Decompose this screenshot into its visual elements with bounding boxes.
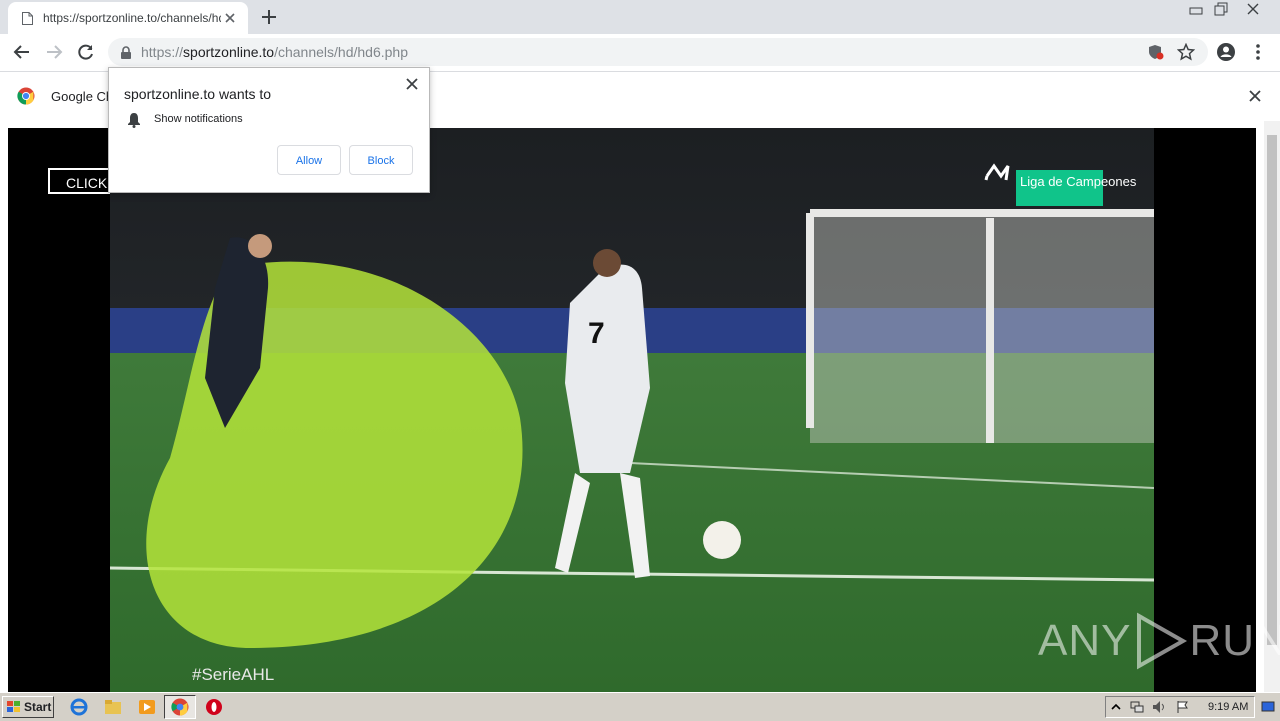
play-triangle-icon [1137, 612, 1188, 670]
notifications-blocked-button[interactable] [1146, 42, 1166, 62]
address-bar[interactable]: https://sportzonline.to/channels/hd/hd6.… [108, 38, 1208, 66]
back-arrow-icon [13, 45, 29, 59]
network-icon[interactable] [1130, 700, 1144, 714]
profile-button[interactable] [1216, 42, 1236, 62]
tab-title: https://sportzonline.to/channels/hd/ [43, 11, 221, 25]
browser-tab[interactable]: https://sportzonline.to/channels/hd/ [8, 2, 248, 34]
opera-icon[interactable] [205, 698, 223, 716]
tray-expand-icon[interactable] [1111, 702, 1121, 712]
ball [703, 521, 741, 559]
volume-icon[interactable] [1152, 700, 1166, 714]
url-text[interactable]: https://sportzonline.to/channels/hd/hd6.… [141, 44, 408, 60]
reload-icon [78, 44, 93, 60]
watermark-left: ANY [1038, 616, 1132, 665]
chrome-logo-icon [17, 87, 35, 105]
start-button[interactable]: Start [2, 696, 54, 718]
tab-close-icon[interactable] [222, 10, 238, 26]
url-scheme: https:// [141, 44, 184, 60]
popup-close-icon[interactable] [405, 77, 419, 91]
minimize-icon [1189, 7, 1203, 15]
clock: 9:19 AM [1208, 701, 1249, 713]
restore-button[interactable] [1208, 0, 1234, 18]
start-label: Start [24, 700, 52, 714]
account-icon [1217, 43, 1235, 61]
reload-button[interactable] [76, 42, 96, 62]
action-center-flag-icon[interactable] [1176, 700, 1190, 714]
close-window-button[interactable] [1240, 0, 1266, 18]
forward-arrow-icon [47, 45, 63, 59]
back-button[interactable] [12, 42, 32, 62]
restore-icon [1214, 2, 1228, 16]
folder-icon[interactable] [104, 698, 122, 716]
watermark-right: RUN [1189, 616, 1280, 665]
goal-net [806, 209, 1154, 443]
permission-label: Show notifications [154, 113, 243, 125]
kebab-menu-icon [1256, 44, 1260, 60]
page-icon [22, 11, 33, 25]
minimize-button[interactable] [1183, 0, 1209, 18]
infobar-text: Google Ch [51, 89, 114, 104]
video-player[interactable]: CLICK 7 Liga de Campeones #SerieAHL [8, 128, 1256, 692]
video-frame[interactable]: 7 Liga de Campeones #SerieAHL [110, 128, 1154, 692]
hashtag-overlay: #SerieAHL [192, 665, 274, 684]
anyrun-watermark: ANY RUN [1038, 612, 1280, 670]
windows-logo-icon [7, 701, 20, 712]
block-button[interactable]: Block [349, 145, 413, 175]
url-path: /channels/hd/hd6.php [274, 44, 408, 60]
menu-button[interactable] [1248, 42, 1268, 62]
internet-explorer-icon[interactable] [70, 698, 88, 716]
player-head [248, 234, 272, 258]
bookmark-star-button[interactable] [1176, 42, 1196, 62]
popup-title: sportzonline.to wants to [124, 86, 272, 102]
bell-icon [128, 113, 140, 128]
tab-strip: https://sportzonline.to/channels/hd/ [0, 0, 1280, 34]
broadcaster-label: Liga de Campeones [1020, 174, 1137, 189]
vertical-scrollbar[interactable] [1264, 121, 1280, 692]
forward-button[interactable] [44, 42, 64, 62]
chrome-taskbar-icon [171, 698, 189, 716]
taskbar: Start 9:19 AM [0, 692, 1280, 721]
scrollbar-thumb[interactable] [1267, 135, 1277, 645]
shield-blocked-icon [1149, 45, 1164, 60]
taskbar-chrome-button[interactable] [164, 695, 196, 719]
allow-button[interactable]: Allow [277, 145, 341, 175]
jersey-number: 7 [588, 317, 605, 350]
lock-icon[interactable] [120, 46, 132, 59]
page-content: CLICK 7 Liga de Campeones #SerieAHL [0, 121, 1264, 692]
url-host: sportzonline.to [183, 44, 275, 60]
star-icon [1177, 43, 1195, 61]
show-desktop-icon[interactable] [1261, 701, 1275, 713]
media-player-icon[interactable] [138, 698, 156, 716]
new-tab-icon[interactable] [260, 8, 278, 26]
close-icon [1247, 3, 1259, 15]
infobar-close-icon[interactable] [1248, 89, 1262, 103]
browser-toolbar: https://sportzonline.to/channels/hd/hd6.… [0, 34, 1280, 70]
notification-permission-popup: sportzonline.to wants to Show notificati… [108, 67, 430, 193]
